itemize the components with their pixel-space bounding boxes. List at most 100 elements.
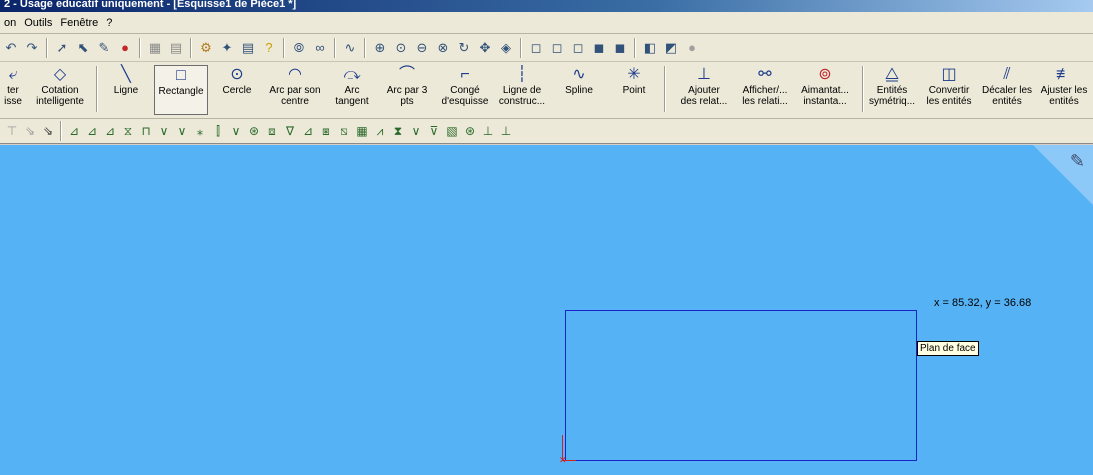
intersection-relation-icon[interactable]: ∨: [228, 123, 244, 139]
toolbar-separator: [283, 37, 285, 58]
shaded-edges-icon[interactable]: ◼: [590, 39, 608, 57]
help-icon[interactable]: ?: [260, 39, 278, 57]
fix-relation-icon[interactable]: ⊿: [300, 123, 316, 139]
hidden-lines-removed-icon[interactable]: ◻: [569, 39, 587, 57]
select-other-icon[interactable]: ⬉: [74, 39, 92, 57]
toolbar-separator: [190, 37, 192, 58]
parallel-relation-icon[interactable]: ∨: [156, 123, 172, 139]
parallel-snap-icon[interactable]: ⊥: [498, 123, 514, 139]
vertical-relation-icon[interactable]: ⊿: [84, 123, 100, 139]
spline-icon: ∿: [572, 66, 586, 83]
standard-toolbar: ↶ ↷ ➚ ⬉ ✎ ● ▦ ▤ ⚙ ✦ ▤ ? ⦾ ∞ ∿ ⊕ ⊙ ⊖ ⊗ ↻ …: [0, 34, 1093, 62]
offset-entities-button[interactable]: ⫽ Décaler les entités: [978, 65, 1036, 115]
appearance-icon[interactable]: ◩: [662, 39, 680, 57]
shaded-icon[interactable]: ◼: [611, 39, 629, 57]
wireframe-icon[interactable]: ◻: [527, 39, 545, 57]
convert-entities-button[interactable]: ◫ Convertir les entités: [922, 65, 976, 115]
rebuild-icon[interactable]: ⚙: [197, 39, 215, 57]
add-relation-icon: ⊥: [697, 66, 711, 83]
link-icon[interactable]: ∞: [311, 39, 329, 57]
section-view-icon[interactable]: ◧: [641, 39, 659, 57]
angle-snap-icon[interactable]: ⩘: [372, 123, 388, 139]
filter-icon[interactable]: ⊤: [4, 123, 20, 139]
midpoint-relation-icon[interactable]: ⫿: [210, 123, 226, 139]
length-snap-icon[interactable]: ⧗: [390, 123, 406, 139]
hidden-lines-visible-icon[interactable]: ◻: [548, 39, 566, 57]
menu-item-partial[interactable]: on: [4, 17, 16, 29]
mirror-entities-button[interactable]: ⧋ Entités symétriq...: [866, 65, 918, 115]
toolbar-separator: [60, 121, 62, 141]
zoom-in-out-icon[interactable]: ⊖: [413, 39, 431, 57]
tangent-relation-icon[interactable]: ∨: [174, 123, 190, 139]
collinear-relation-icon[interactable]: ⊿: [102, 123, 118, 139]
tangent-snap-icon[interactable]: ⊛: [462, 123, 478, 139]
toolbar-separator: [634, 37, 636, 58]
three-point-arc-button[interactable]: ⌒ Arc par 3 pts: [382, 65, 432, 115]
coradial-relation-icon[interactable]: ⧖: [120, 123, 136, 139]
traffic-light-icon[interactable]: ●: [116, 39, 134, 57]
rotate-icon[interactable]: ↻: [455, 39, 473, 57]
sketch-icon[interactable]: ✎: [95, 39, 113, 57]
display-relations-button[interactable]: ⚯ Afficher/... les relati...: [736, 65, 794, 115]
sketch-rectangle[interactable]: [565, 310, 917, 461]
table-icon[interactable]: ▤: [167, 39, 185, 57]
nearest-snap-icon[interactable]: ▧: [444, 123, 460, 139]
view-orientation-icon[interactable]: ◈: [497, 39, 515, 57]
symmetric-relation-icon[interactable]: ∇: [282, 123, 298, 139]
window-title: 2 - Usage educatif uniquement - [Esquiss…: [4, 0, 297, 10]
construction-line-button[interactable]: ┆ Ligne de construc...: [494, 65, 550, 115]
select-filter-active-icon[interactable]: ⇘: [40, 123, 56, 139]
perpendicular-snap-icon[interactable]: ⊥: [480, 123, 496, 139]
perpendicular-relation-icon[interactable]: ⊓: [138, 123, 154, 139]
menu-item-tools[interactable]: Outils: [24, 17, 52, 29]
options-icon[interactable]: ✦: [218, 39, 236, 57]
file-properties-icon[interactable]: ▤: [239, 39, 257, 57]
quadrant-snap-icon[interactable]: ⊽: [426, 123, 442, 139]
trim-entities-button[interactable]: ≢ Ajuster les entités: [1036, 65, 1092, 115]
undo-icon[interactable]: ↶: [2, 39, 20, 57]
spline-button[interactable]: ∿ Spline: [558, 65, 600, 115]
realview-icon[interactable]: ●: [683, 39, 701, 57]
line-icon: ╲: [121, 66, 131, 83]
smart-dimension-button[interactable]: ◇ Cotation intelligente: [32, 65, 88, 115]
curve-icon[interactable]: ∿: [341, 39, 359, 57]
redo-icon[interactable]: ↷: [23, 39, 41, 57]
exit-sketch-corner-icon[interactable]: ✎: [1070, 151, 1085, 172]
rectangle-button[interactable]: □ Rectangle: [154, 65, 208, 115]
zoom-area-icon[interactable]: ⊙: [392, 39, 410, 57]
point-button[interactable]: ✳ Point: [614, 65, 654, 115]
sketch-command-manager: ⤶ ter isse ◇ Cotation intelligente ╲ Lig…: [0, 62, 1093, 119]
line-button[interactable]: ╲ Ligne: [104, 65, 148, 115]
quick-snaps-icon: ⊚: [818, 66, 832, 83]
select-filter-icon[interactable]: ⇘: [22, 123, 38, 139]
select-icon[interactable]: ➚: [53, 39, 71, 57]
pattern-icon[interactable]: ⦾: [290, 39, 308, 57]
ribbon-separator: [664, 66, 666, 112]
center-arc-button[interactable]: ◠ Arc par son centre: [266, 65, 324, 115]
end-snap-icon[interactable]: ∨: [408, 123, 424, 139]
menu-item-help[interactable]: ?: [106, 17, 112, 29]
quick-snaps-button[interactable]: ⊚ Aimantat... instanta...: [794, 65, 856, 115]
add-relation-button[interactable]: ⊥ Ajouter des relat...: [672, 65, 736, 115]
zoom-fit-icon[interactable]: ⊕: [371, 39, 389, 57]
smart-dimension-icon: ◇: [53, 66, 67, 83]
title-bar: 2 - Usage educatif uniquement - [Esquiss…: [0, 0, 1093, 12]
equal-relation-icon[interactable]: ⧈: [264, 123, 280, 139]
graphics-area[interactable]: ✎ x = 85.32, y = 36.68 Plan de face ✕: [0, 145, 1093, 475]
concentric-relation-icon[interactable]: ⁎: [192, 123, 208, 139]
horizontal-relation-icon[interactable]: ⊿: [66, 123, 82, 139]
exit-sketch-button[interactable]: ⤶ ter isse: [0, 65, 26, 115]
cursor-coordinates: x = 85.32, y = 36.68: [934, 297, 1032, 309]
coincident-relation-icon[interactable]: ⊛: [246, 123, 262, 139]
merge-relation-icon[interactable]: ⧆: [318, 123, 334, 139]
tangent-arc-button[interactable]: ⤼ Arc tangent: [330, 65, 374, 115]
display-relations-icon: ⚯: [758, 66, 772, 83]
menu-item-window[interactable]: Fenêtre: [60, 17, 98, 29]
pierce-relation-icon[interactable]: ⧅: [336, 123, 352, 139]
grid-icon[interactable]: ▦: [146, 39, 164, 57]
pan-icon[interactable]: ✥: [476, 39, 494, 57]
zoom-selection-icon[interactable]: ⊗: [434, 39, 452, 57]
sketch-fillet-button[interactable]: ⌐ Congé d'esquisse: [438, 65, 492, 115]
grid-snap-icon[interactable]: ▦: [354, 123, 370, 139]
circle-button[interactable]: ⊙ Cercle: [214, 65, 260, 115]
